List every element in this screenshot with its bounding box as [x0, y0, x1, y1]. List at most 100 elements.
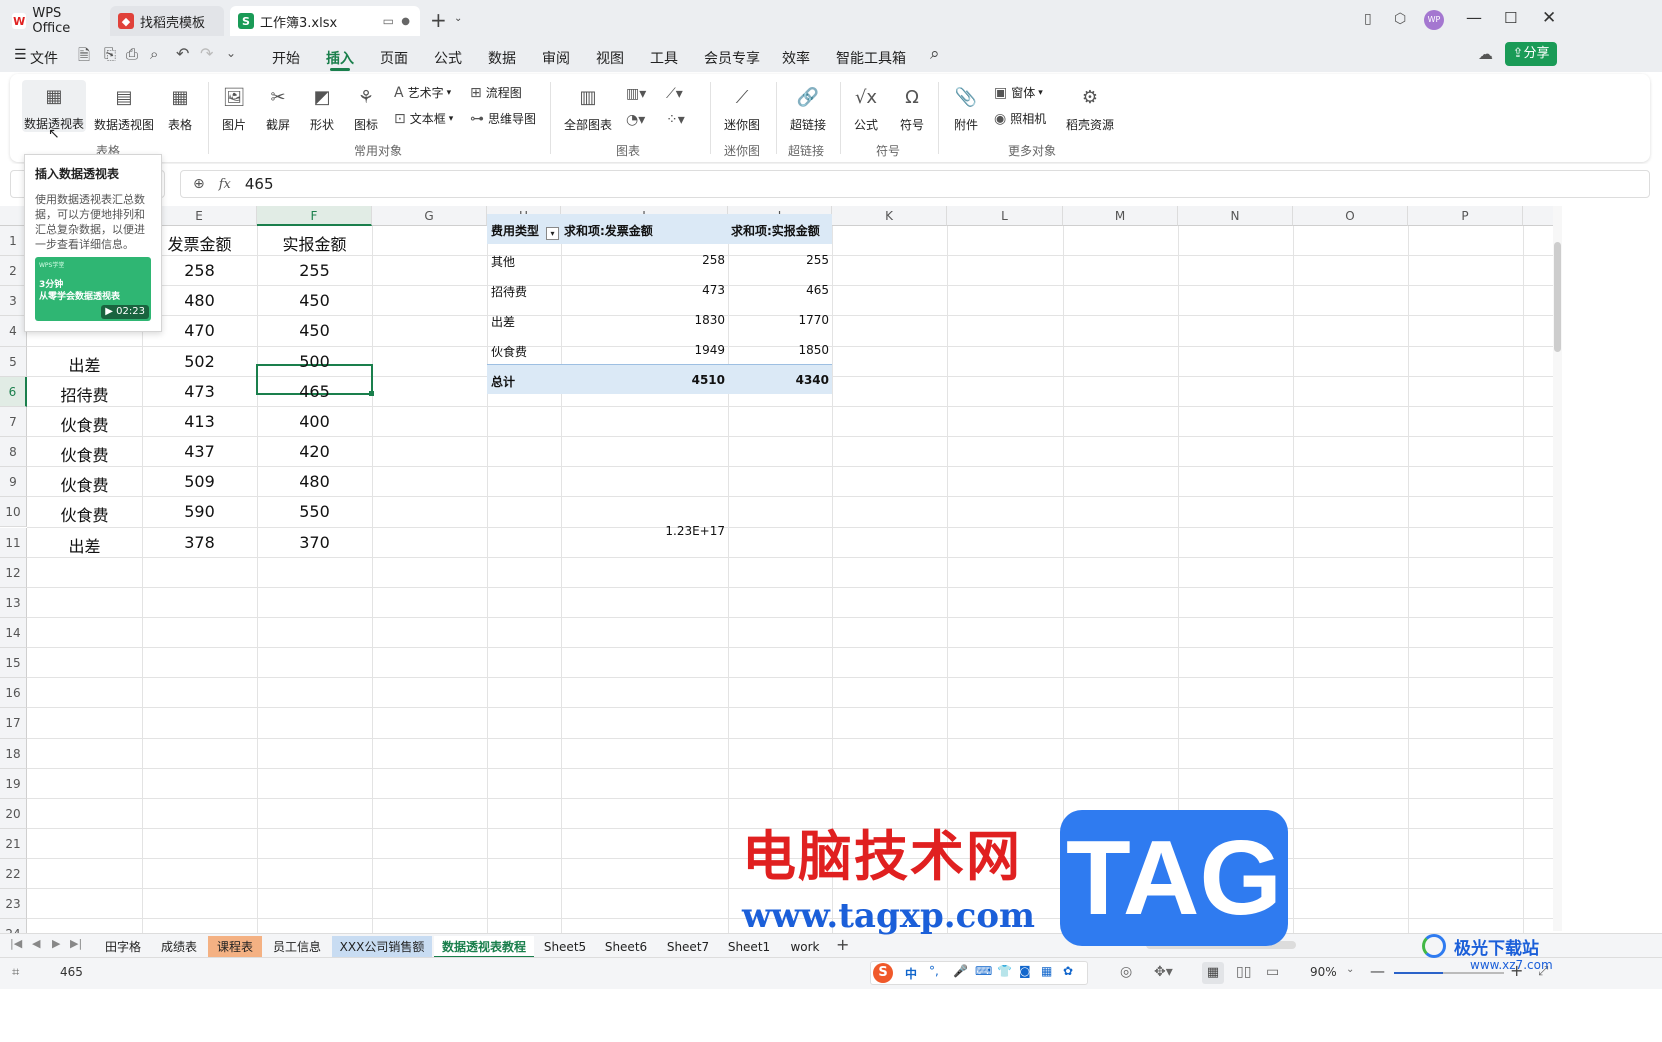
share-doc-icon[interactable]: ⎘ [104, 45, 116, 63]
ime-toolbar[interactable]: S 中 °, 🎤 ⌨ 👕 ◙ ▦ ✿ [870, 961, 1088, 985]
sheet-cell[interactable]: 伙食费 [27, 412, 142, 436]
menu-view[interactable]: 视图 [596, 48, 624, 68]
first-sheet-icon[interactable]: |◀ [10, 937, 22, 950]
pivot-row-label[interactable]: 招待费 [491, 283, 527, 300]
row-header[interactable]: 11 [0, 527, 27, 558]
sheet-tab[interactable]: Sheet7 [658, 936, 718, 958]
row-header[interactable]: 10 [0, 497, 27, 528]
column-chart-icon[interactable]: ▥▾ [626, 86, 646, 102]
screenshot-button[interactable]: ✂ 截屏 [260, 84, 296, 133]
sheet-tab[interactable]: Sheet1 [720, 936, 778, 958]
scatter-chart-icon[interactable]: ⁘▾ [666, 112, 685, 128]
row-header[interactable]: 15 [0, 648, 27, 679]
fx-icon[interactable]: fx [219, 177, 231, 192]
menu-tools[interactable]: 工具 [650, 48, 678, 68]
mindmap-button[interactable]: ⊶ 思维导图 [470, 110, 536, 127]
sheet-cell[interactable]: 420 [257, 442, 372, 461]
zoom-level[interactable]: 90% [1310, 965, 1337, 979]
pivot-header-reported[interactable]: 求和项:实报金额 [731, 222, 820, 239]
sheet-cell[interactable]: 伙食费 [27, 502, 142, 526]
sheet-cell[interactable]: 473 [142, 382, 257, 401]
normal-view-icon[interactable]: ▦ [1202, 962, 1224, 984]
filter-dropdown-icon[interactable]: ▾ [546, 227, 559, 240]
cloud-icon[interactable]: ☁ [1478, 45, 1493, 63]
docer-resources-button[interactable]: ⚙ 稻壳资源 [1060, 84, 1120, 133]
col-header-l[interactable]: L [947, 206, 1063, 226]
tab-list-chevron-icon[interactable]: ⌄ [454, 13, 462, 24]
page-layout-icon[interactable]: ▯▯ [1236, 964, 1251, 980]
row-header[interactable]: 6 [0, 376, 27, 407]
pivot-header-invoice[interactable]: 求和项:发票金额 [564, 222, 653, 239]
eye-protection-icon[interactable]: ◎ [1120, 964, 1132, 980]
sheet-cell[interactable]: 招待费 [27, 382, 142, 406]
add-sheet-icon[interactable]: + [836, 935, 849, 954]
pivot-row-invoice[interactable]: 1830 [561, 313, 725, 327]
sheet-tab[interactable]: 员工信息 [264, 936, 330, 958]
pivot-total-label[interactable]: 总计 [491, 373, 515, 390]
sheet-tab[interactable]: Sheet5 [536, 936, 594, 958]
sheet-tab-active[interactable]: 数据透视表教程 [434, 936, 534, 958]
textbox-button[interactable]: ⊡ 文本框 ▾ [394, 110, 453, 127]
formula-button[interactable]: √x 公式 [846, 84, 886, 133]
vertical-scrollbar[interactable] [1553, 206, 1562, 931]
cube-icon[interactable]: ⬡ [1394, 11, 1406, 27]
flowchart-button[interactable]: ⊞ 流程图 [470, 84, 522, 101]
reading-mode-icon[interactable]: ✥▾ [1154, 964, 1173, 980]
icon-button[interactable]: ⚘ 图标 [348, 84, 384, 133]
mic-icon[interactable]: 🎤 [953, 964, 968, 978]
row-header[interactable]: 9 [0, 467, 27, 498]
line-chart-icon[interactable]: ⟋▾ [666, 86, 683, 102]
sheet-tab[interactable]: XXX公司销售额 [332, 936, 432, 958]
page-break-icon[interactable]: ▭ [1266, 964, 1279, 980]
vertical-scroll-thumb[interactable] [1554, 242, 1561, 352]
keyboard-icon[interactable]: ⌨ [975, 964, 992, 978]
zoom-out-icon[interactable]: — [1370, 962, 1385, 980]
pivot-row-invoice[interactable]: 473 [561, 283, 725, 297]
apps-icon[interactable]: ▦ [1041, 964, 1052, 978]
attachment-button[interactable]: 📎 附件 [946, 84, 986, 133]
sogou-icon[interactable]: S [873, 963, 893, 983]
redo-icon[interactable]: ↷ [200, 44, 213, 63]
sheet-cell[interactable]: 509 [142, 472, 257, 491]
tab-docer[interactable]: ◆ 找稻壳模板 [110, 6, 224, 36]
formula-input[interactable]: ⊕ fx 465 [180, 170, 1650, 198]
row-header[interactable]: 12 [0, 557, 27, 588]
file-menu[interactable]: 文件 [30, 48, 58, 68]
menu-efficiency[interactable]: 效率 [782, 48, 810, 68]
sheet-cell[interactable]: 出差 [27, 533, 142, 557]
sheet-cell[interactable]: 590 [142, 502, 257, 521]
row-header[interactable]: 14 [0, 617, 27, 649]
tab-workbook[interactable]: S 工作簿3.xlsx ▭ ● [230, 6, 420, 36]
sheet-cell[interactable]: 450 [257, 291, 372, 310]
pivot-table-button[interactable]: ▦ 数据透视表 [22, 80, 86, 132]
sheet-cell[interactable]: 370 [257, 533, 372, 552]
sheet-cell[interactable]: 437 [142, 442, 257, 461]
sheet-cell[interactable]: 500 [257, 352, 372, 371]
row-header[interactable]: 16 [0, 678, 27, 709]
menu-page[interactable]: 页面 [380, 48, 408, 68]
col-header-p[interactable]: P [1408, 206, 1523, 226]
sheet-tab[interactable]: Sheet6 [596, 936, 656, 958]
sheet-cell[interactable]: 实报金额 [257, 231, 372, 255]
row-header[interactable]: 23 [0, 889, 27, 920]
punctuation-icon[interactable]: °, [929, 964, 939, 978]
menu-smart-toolbox[interactable]: 智能工具箱 [836, 48, 906, 68]
col-header-f[interactable]: F [257, 206, 372, 226]
row-header[interactable]: 18 [0, 738, 27, 769]
sheet-cell[interactable]: 378 [142, 533, 257, 552]
menu-data[interactable]: 数据 [488, 48, 516, 68]
prev-sheet-icon[interactable]: ◀ [32, 937, 40, 950]
sheet-tab[interactable]: 成绩表 [152, 936, 206, 958]
camera-button[interactable]: ◉ 照相机 [994, 110, 1046, 127]
unsaved-dot-icon[interactable]: ● [401, 16, 410, 27]
pivot-row-reported[interactable]: 465 [728, 283, 829, 297]
save-icon[interactable]: 🗎 [78, 45, 90, 70]
zoom-formula-icon[interactable]: ⊕ [193, 176, 205, 192]
pivot-total-invoice[interactable]: 4510 [561, 373, 725, 387]
sheet-tab[interactable]: 课程表 [208, 936, 262, 958]
menu-review[interactable]: 审阅 [542, 48, 570, 68]
sheet-cell[interactable]: 450 [257, 321, 372, 340]
picture-button[interactable]: 🖼 图片 [216, 84, 252, 133]
macro-icon[interactable]: ⌗ [12, 965, 19, 980]
sheet-cell[interactable]: 400 [257, 412, 372, 431]
